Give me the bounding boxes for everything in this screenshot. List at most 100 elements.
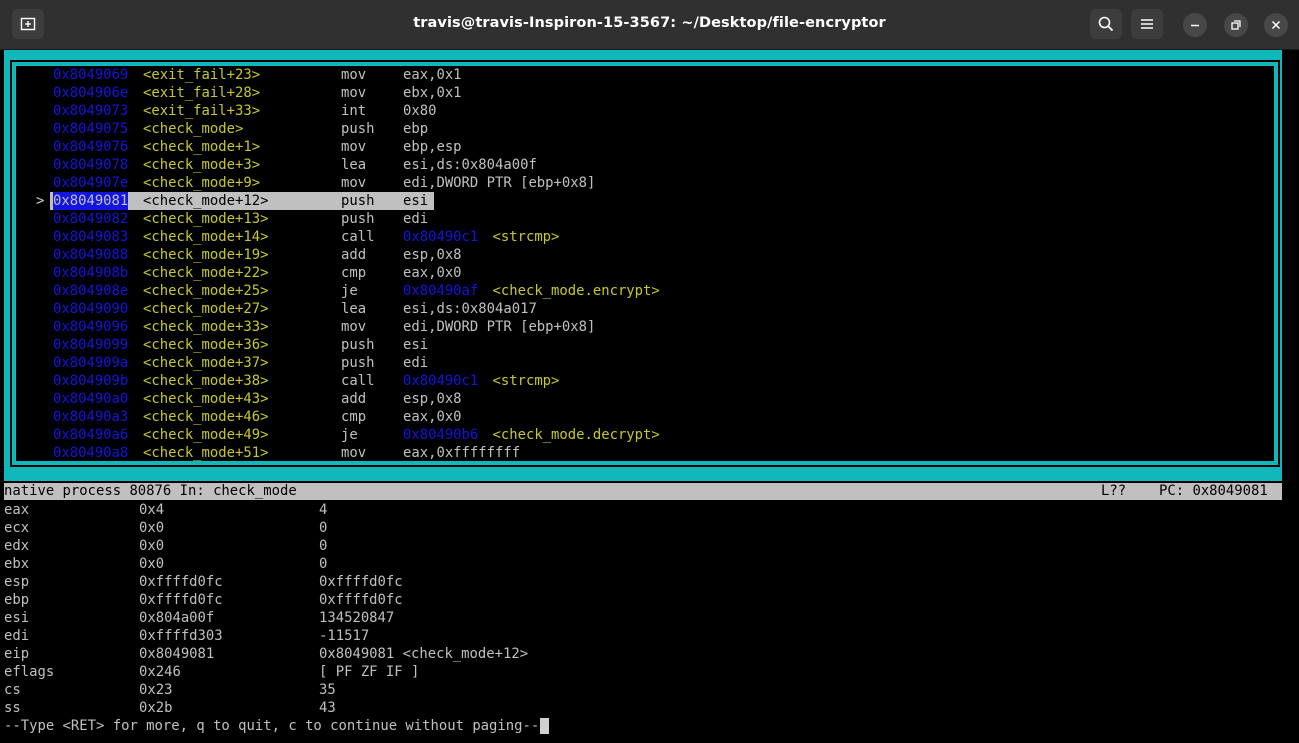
asm-operands: esi,ds:0x804a017 [403,301,537,317]
asm-operands: esp,0x8 [403,247,462,263]
asm-symbol: <exit_fail+28> [143,85,261,101]
asm-operands: eax,0x1 [403,67,462,83]
register-hex: 0xffffd0fc [139,574,223,590]
asm-operands: 0x80490c1 [403,373,479,389]
minimize-button[interactable] [1183,13,1207,37]
asm-row[interactable]: 0x804907e <check_mode+9> mov edi,DWORD PTR … [16,174,1274,192]
register-hex: 0x23 [139,682,173,698]
asm-address: 0x8049076 [53,139,129,155]
asm-address: 0x8049078 [53,157,129,173]
terminal-area[interactable]: 0x8049069 <exit_fail+23> mov eax,0x1 0x80490… [0,50,1299,743]
asm-symbol: <exit_fail+23> [143,67,261,83]
asm-symbol: <check_mode+38> [143,373,269,389]
asm-mnemonic: push [341,193,375,209]
asm-row[interactable]: 0x80490a0 <check_mode+43> add esp,0x8 [16,390,1274,408]
asm-operands: 0x80490b6 [403,427,479,443]
asm-row[interactable]: 0x804909b <check_mode+38> call 0x80490c1 <st… [16,372,1274,390]
asm-row[interactable]: 0x80490a3 <check_mode+46> cmp eax,0x0 [16,408,1274,426]
register-name: esi [4,610,30,626]
asm-row[interactable]: 0x8049082 <check_mode+13> push edi [16,210,1274,228]
asm-row[interactable]: >0x8049081 <check_mode+12> push esi [16,192,1274,210]
asm-row[interactable]: 0x80490a8 <check_mode+51> mov eax,0xfffffff… [16,444,1274,461]
asm-row[interactable]: 0x8049069 <exit_fail+23> mov eax,0x1 [16,66,1274,84]
register-hex: 0x0 [139,520,165,536]
asm-row[interactable]: 0x8049088 <check_mode+19> add esp,0x8 [16,246,1274,264]
asm-address: 0x80490a8 [53,445,129,461]
register-name: eip [4,646,30,662]
asm-row[interactable]: 0x80490a6 <check_mode+49> je 0x80490b6 <chec… [16,426,1274,444]
asm-mnemonic: mov [341,85,367,101]
asm-address: 0x80490a6 [53,427,129,443]
register-name: ebx [4,556,30,572]
asm-symbol: <check_mode+22> [143,265,269,281]
register-name: cs [4,682,21,698]
maximize-button[interactable] [1224,13,1248,37]
asm-target-symbol: <check_mode.decrypt> [492,427,660,443]
asm-symbol: <check_mode+12> [143,193,269,209]
search-button[interactable] [1090,9,1122,39]
asm-target-symbol: <strcmp> [492,229,560,245]
asm-row[interactable]: 0x804908e <check_mode+25> je 0x80490af <chec… [16,282,1274,300]
register-value: 0 [319,520,328,536]
asm-listing[interactable]: 0x8049069 <exit_fail+23> mov eax,0x1 0x80490… [16,66,1274,461]
asm-symbol: <check_mode+27> [143,301,269,317]
asm-mnemonic: add [341,391,367,407]
asm-row[interactable]: 0x804908b <check_mode+22> cmp eax,0x0 [16,264,1274,282]
register-hex: 0x246 [139,664,181,680]
asm-row[interactable]: 0x804909a <check_mode+37> push edi [16,354,1274,372]
asm-mnemonic: cmp [341,265,367,281]
status-process: native process 80876 In: check_mode [4,483,297,499]
register-value: 134520847 [319,610,395,626]
asm-mnemonic: mov [341,175,367,191]
menu-button[interactable] [1131,9,1163,39]
asm-symbol: <check_mode+33> [143,319,269,335]
asm-operands: edi,DWORD PTR [ebp+0x8] [403,319,596,335]
asm-address: 0x804908e [53,283,129,299]
register-value: 0xffffd0fc [319,574,403,590]
pager-prompt-text: --Type <RET> for more, q to quit, c to c… [4,718,540,734]
register-value: [ PF ZF IF ] [319,664,420,680]
asm-window-frame: 0x8049069 <exit_fail+23> mov eax,0x1 0x80490… [10,60,1280,467]
asm-operands: 0x80 [403,103,437,119]
register-name: edx [4,538,30,554]
asm-row[interactable]: 0x8049075 <check_mode> push ebp [16,120,1274,138]
text-cursor [540,718,550,734]
asm-operands: esi [403,337,429,353]
close-icon [1271,20,1281,30]
asm-row[interactable]: 0x8049073 <exit_fail+33> int 0x80 [16,102,1274,120]
register-hex: 0x0 [139,538,165,554]
asm-row[interactable]: 0x8049078 <check_mode+3> lea esi,ds:0x804a0… [16,156,1274,174]
asm-operands: edi [403,211,429,227]
asm-address: 0x8049082 [53,211,129,227]
asm-row[interactable]: 0x8049090 <check_mode+27> lea esi,ds:0x804a… [16,300,1274,318]
asm-address: 0x8049073 [53,103,129,119]
asm-operands: 0x80490c1 [403,229,479,245]
asm-row[interactable]: 0x8049096 <check_mode+33> mov edi,DWORD PTR… [16,318,1274,336]
asm-symbol: <exit_fail+33> [143,103,261,119]
asm-mnemonic: call [341,229,375,245]
register-value: 35 [319,682,336,698]
asm-symbol: <check_mode> [143,121,244,137]
asm-operands: edi [403,355,429,371]
asm-operands: eax,0xffffffff [403,445,521,461]
register-name: ecx [4,520,30,536]
asm-row[interactable]: 0x8049083 <check_mode+14> call 0x80490c1 <st… [16,228,1274,246]
asm-target-symbol: <strcmp> [492,373,560,389]
register-value: 0x8049081 <check_mode+12> [319,646,529,662]
asm-mnemonic: mov [341,139,367,155]
asm-symbol: <check_mode+37> [143,355,269,371]
register-name: ebp [4,592,30,608]
asm-mnemonic: add [341,247,367,263]
asm-symbol: <check_mode+43> [143,391,269,407]
asm-symbol: <check_mode+9> [143,175,261,191]
asm-row[interactable]: 0x8049099 <check_mode+36> push esi [16,336,1274,354]
asm-window: 0x8049069 <exit_fail+23> mov eax,0x1 0x80490… [4,50,1282,481]
asm-symbol: <check_mode+46> [143,409,269,425]
close-button[interactable] [1264,13,1288,37]
asm-symbol: <check_mode+25> [143,283,269,299]
register-value: 0xffffd0fc [319,592,403,608]
asm-row[interactable]: 0x8049076 <check_mode+1> mov ebp,esp [16,138,1274,156]
asm-mnemonic: je [341,283,358,299]
asm-row[interactable]: 0x804906e <exit_fail+28> mov ebx,0x1 [16,84,1274,102]
asm-mnemonic: mov [341,445,367,461]
